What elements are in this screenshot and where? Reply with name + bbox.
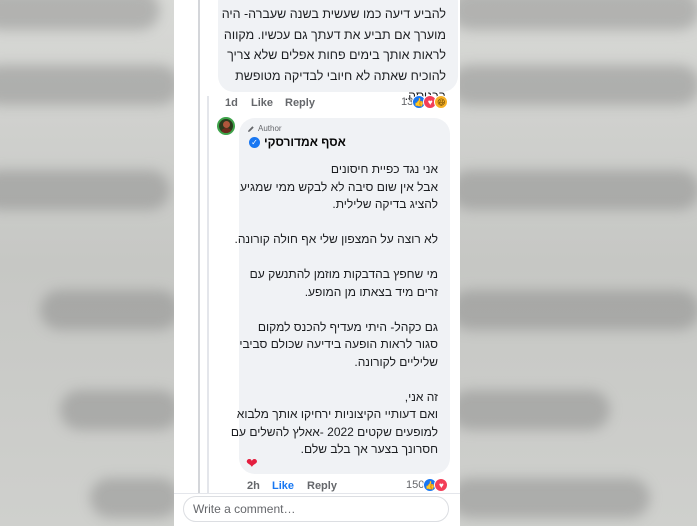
author-tag: Author (247, 124, 282, 133)
reply-bubble: Author אסף אמדורסקי ✓ אני נגד כפיית חיסו… (230, 118, 450, 474)
background-right-blur (460, 0, 697, 526)
text-line: שליליים לקורונה. (354, 354, 438, 369)
heart-icon[interactable]: ❤ (246, 455, 258, 472)
thread-line (198, 0, 200, 494)
reaction-summary[interactable]: 13 👍 ♥ 😆 (401, 95, 449, 109)
text-line: ואם דעותיי הקיצוניות ירחיקו אותך מלבוא (236, 407, 438, 421)
reply-text: אני נגד כפיית חיסונים אבל אין שום סיבה לא… (230, 161, 438, 459)
author-name[interactable]: אסף אמדורסקי ✓ (249, 135, 346, 149)
comment-text: להביע דיעה כמו שעשית בשנה שעברה- היה מוער… (221, 4, 446, 107)
text-line (247, 214, 438, 232)
author-name-label: אסף אמדורסקי (264, 135, 346, 149)
text-line: להציג בדיקה שלילית. (332, 197, 438, 211)
reply-reply-button[interactable]: Reply (307, 480, 337, 492)
comment-time[interactable]: 1d (225, 97, 238, 109)
background-left-blur (0, 0, 174, 526)
text-line: לא רוצה על המצפון שלי אף חולה קורונה. (234, 232, 438, 246)
reply-reaction-summary[interactable]: 150 👍 ♥ (406, 478, 449, 492)
verified-badge-icon: ✓ (249, 136, 260, 148)
haha-icon: 😆 (434, 95, 449, 109)
text-line: להביע דיעה כמו שעשית בשנה שעברה- היה (221, 7, 446, 21)
reply-time[interactable]: 2h (247, 480, 260, 492)
text-line: זה אני, (404, 389, 438, 404)
reply-button[interactable]: Reply (285, 97, 315, 109)
author-tag-label: Author (258, 124, 282, 133)
comment-input[interactable] (184, 497, 443, 521)
reply-like-button[interactable]: Like (272, 480, 294, 492)
like-button[interactable]: Like (251, 97, 273, 109)
text-line: מי שחפץ בהדבקות מוזמן להתנשק עם (249, 267, 438, 281)
text-line (247, 371, 438, 389)
text-line: זרים מיד בצאתו מן המופע. (304, 284, 438, 299)
comment-composer[interactable] (183, 496, 449, 522)
comments-panel: להביע דיעה כמו שעשית בשנה שעברה- היה מוער… (174, 0, 460, 526)
thread-line-reply (207, 96, 209, 494)
text-line: מוערך אם תביע את דעתך גם עכשיו. מקווה (223, 27, 446, 42)
text-line: לראות אותך בימים פחות אפלים שלא צריך (227, 48, 446, 62)
text-line: למופעים שקטים 2022 -אאלץ להשלים עם (230, 424, 438, 439)
avatar[interactable] (217, 117, 235, 135)
comment-bubble: להביע דיעה כמו שעשית בשנה שעברה- היה מוער… (218, 0, 458, 103)
text-line: גם כקהל- היתי מעדיף להכנס למקום (257, 319, 438, 334)
text-line: אני נגד כפיית חיסונים (330, 162, 438, 176)
text-line: חסרונך בצער אך בלב שלם. (300, 442, 438, 456)
divider (174, 493, 460, 494)
text-line: להוכיח שאתה לא חיובי לבדיקה מטופשת (235, 68, 446, 83)
text-line (247, 249, 438, 267)
text-line (247, 301, 438, 319)
text-line: אבל אין שום סיבה לא לבקש ממי שמגיע (239, 179, 438, 194)
pencil-icon (248, 125, 254, 132)
text-line: סגור לראות הופעה בידיעה שכולם סביבי (239, 337, 438, 351)
reply-reaction-count: 150 (406, 479, 425, 491)
love-icon: ♥ (434, 478, 449, 492)
